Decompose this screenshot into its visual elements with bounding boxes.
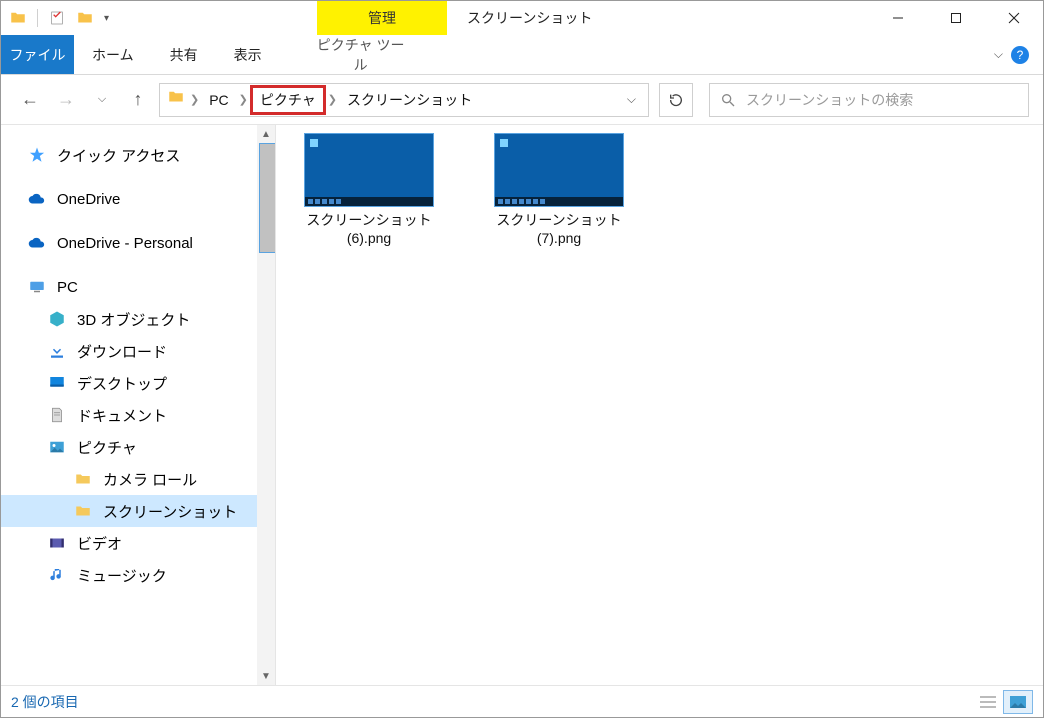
- tab-home[interactable]: ホーム: [74, 35, 152, 74]
- folder-icon: [73, 469, 93, 489]
- address-bar[interactable]: ❯ PC ❯ ピクチャ ❯ スクリーンショット ⌵: [159, 83, 649, 117]
- music-icon: [47, 565, 67, 585]
- file-name: スクリーンショット(7).png: [496, 211, 621, 247]
- sidebar-item-label: ダウンロード: [77, 341, 167, 362]
- sidebar-item-label: クイック アクセス: [57, 145, 180, 166]
- sidebar-screenshots[interactable]: スクリーンショット: [1, 495, 275, 527]
- tab-file[interactable]: ファイル: [1, 35, 74, 74]
- status-item-count: 2 個の項目: [11, 692, 79, 712]
- pictures-icon: [47, 437, 67, 457]
- file-list-pane[interactable]: スクリーンショット(6).png スクリーンショット(7).png: [276, 125, 1043, 685]
- file-name: スクリーンショット(6).png: [306, 211, 431, 247]
- tab-picture-tools[interactable]: ピクチャ ツール: [296, 35, 426, 74]
- search-box[interactable]: [709, 83, 1029, 117]
- new-folder-icon[interactable]: [74, 7, 96, 29]
- address-history-dropdown[interactable]: ⌵: [621, 92, 642, 107]
- view-thumbnails-button[interactable]: [1003, 690, 1033, 714]
- scroll-down-icon[interactable]: ▼: [257, 667, 275, 685]
- ribbon-expand-icon[interactable]: ⌵: [994, 47, 1003, 62]
- nav-back-button[interactable]: ←: [15, 85, 45, 115]
- breadcrumb-pc[interactable]: PC: [203, 89, 234, 111]
- file-item[interactable]: スクリーンショット(6).png: [294, 133, 444, 247]
- properties-icon[interactable]: [46, 7, 68, 29]
- sidebar-music[interactable]: ミュージック: [1, 559, 275, 591]
- close-button[interactable]: [985, 1, 1043, 35]
- navigation-pane: クイック アクセス OneDrive OneDrive - Personal P…: [1, 125, 276, 685]
- sidebar-onedrive-personal[interactable]: OneDrive - Personal: [1, 227, 275, 259]
- search-input[interactable]: [746, 92, 1018, 108]
- chevron-right-icon[interactable]: ❯: [188, 93, 201, 106]
- sidebar-item-label: ビデオ: [77, 533, 122, 554]
- pc-icon: [27, 277, 47, 297]
- tab-share[interactable]: 共有: [152, 35, 216, 74]
- sidebar-item-label: スクリーンショット: [103, 501, 237, 522]
- sidebar-pc[interactable]: PC: [1, 271, 275, 303]
- sidebar-camera-roll[interactable]: カメラ ロール: [1, 463, 275, 495]
- sidebar-desktop[interactable]: デスクトップ: [1, 367, 275, 399]
- ribbon-tabs: ファイル ホーム 共有 表示 ピクチャ ツール ⌵ ?: [1, 35, 1043, 75]
- nav-forward-button[interactable]: →: [51, 85, 81, 115]
- window-controls: [869, 1, 1043, 35]
- cloud-icon: [27, 189, 47, 209]
- sidebar-3d-objects[interactable]: 3D オブジェクト: [1, 303, 275, 335]
- sidebar-item-label: ミュージック: [77, 565, 167, 586]
- sidebar-item-label: PC: [57, 279, 78, 296]
- chevron-right-icon[interactable]: ❯: [237, 93, 250, 106]
- breadcrumb-screenshots[interactable]: スクリーンショット: [341, 87, 478, 113]
- title-bar: ▾ 管理 スクリーンショット: [1, 1, 1043, 35]
- sidebar-scrollbar[interactable]: ▲ ▼: [257, 125, 275, 685]
- quick-access-toolbar: ▾: [1, 1, 117, 35]
- nav-recent-dropdown[interactable]: ⌵: [87, 85, 117, 115]
- explorer-body: クイック アクセス OneDrive OneDrive - Personal P…: [1, 125, 1043, 685]
- sidebar-onedrive[interactable]: OneDrive: [1, 183, 275, 215]
- sidebar-item-label: ピクチャ: [77, 437, 137, 458]
- tab-view[interactable]: 表示: [216, 35, 280, 74]
- sidebar-item-label: ドキュメント: [77, 405, 167, 426]
- navigation-bar: ← → ⌵ ↑ ❯ PC ❯ ピクチャ ❯ スクリーンショット ⌵: [1, 75, 1043, 125]
- maximize-button[interactable]: [927, 1, 985, 35]
- nav-up-button[interactable]: ↑: [123, 85, 153, 115]
- star-icon: [27, 145, 47, 165]
- scroll-up-icon[interactable]: ▲: [257, 125, 275, 143]
- minimize-button[interactable]: [869, 1, 927, 35]
- refresh-button[interactable]: [659, 83, 693, 117]
- window-title: スクリーンショット: [447, 1, 869, 35]
- sidebar-item-label: デスクトップ: [77, 373, 167, 394]
- document-icon: [47, 405, 67, 425]
- sidebar-item-label: OneDrive: [57, 191, 120, 208]
- file-thumbnail: [494, 133, 624, 207]
- search-icon: [720, 92, 736, 108]
- file-item[interactable]: スクリーンショット(7).png: [484, 133, 634, 247]
- sidebar-documents[interactable]: ドキュメント: [1, 399, 275, 431]
- view-details-button[interactable]: [973, 690, 1003, 714]
- breadcrumb-pictures[interactable]: ピクチャ: [252, 87, 324, 113]
- desktop-icon: [47, 373, 67, 393]
- sidebar-item-label: OneDrive - Personal: [57, 235, 193, 252]
- cloud-icon: [27, 233, 47, 253]
- scroll-thumb[interactable]: [259, 143, 276, 253]
- download-icon: [47, 341, 67, 361]
- file-thumbnail: [304, 133, 434, 207]
- status-bar: 2 個の項目: [1, 685, 1043, 717]
- explorer-app-icon: [7, 7, 29, 29]
- separator: [37, 9, 38, 27]
- qat-customize-dropdown[interactable]: ▾: [102, 13, 111, 24]
- sidebar-item-label: 3D オブジェクト: [77, 309, 190, 330]
- sidebar-item-label: カメラ ロール: [103, 469, 197, 490]
- chevron-right-icon[interactable]: ❯: [326, 93, 339, 106]
- sidebar-pictures[interactable]: ピクチャ: [1, 431, 275, 463]
- address-folder-icon: [166, 88, 186, 111]
- sidebar-videos[interactable]: ビデオ: [1, 527, 275, 559]
- sidebar-downloads[interactable]: ダウンロード: [1, 335, 275, 367]
- video-icon: [47, 533, 67, 553]
- cube-icon: [47, 309, 67, 329]
- sidebar-quick-access[interactable]: クイック アクセス: [1, 139, 275, 171]
- contextual-tab-header: 管理: [317, 1, 447, 35]
- folder-icon: [73, 501, 93, 521]
- help-icon[interactable]: ?: [1011, 46, 1029, 64]
